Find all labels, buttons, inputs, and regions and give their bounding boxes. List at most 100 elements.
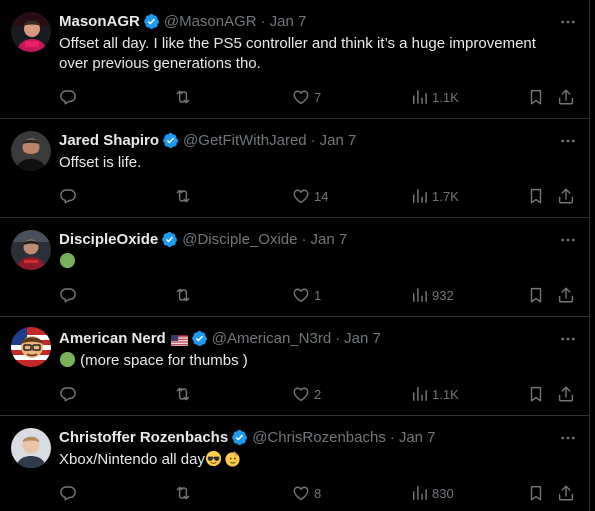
view-count: 1.1K [432,386,459,402]
tweet-text: Offset all day. I like the PS5 controlle… [59,34,569,74]
tweet[interactable]: MasonAGR @MasonAGR · Jan 7 Offset all da… [0,0,590,119]
like-button[interactable]: 1 [292,285,321,305]
retweet-button[interactable] [174,186,196,206]
views-icon [410,88,428,106]
more-icon[interactable] [558,12,578,32]
retweet-button[interactable] [174,285,196,305]
retweet-button[interactable] [174,87,196,107]
tweet-header: Christoffer Rozenbachs @ChrisRozenbachs … [59,427,436,447]
reply-button[interactable] [59,483,81,503]
timestamp[interactable]: Jan 7 [270,13,307,30]
bookmark-button[interactable] [527,483,545,503]
display-name[interactable]: MasonAGR [59,13,140,30]
like-icon [292,484,310,502]
reply-button[interactable] [59,285,81,305]
green-circle-emoji [59,351,76,368]
more-icon[interactable] [558,329,578,349]
timestamp[interactable]: Jan 7 [311,231,348,248]
avatar[interactable] [11,230,51,270]
tweet-text-line: over previous generations tho. [59,55,261,72]
verified-badge-icon [162,132,179,149]
handle[interactable]: @Disciple_Oxide [182,231,297,248]
avatar[interactable] [11,428,51,468]
view-count: 932 [432,287,454,303]
views-button[interactable]: 830 [410,483,454,503]
display-name[interactable]: Christoffer Rozenbachs [59,429,228,446]
reply-button[interactable] [59,186,81,206]
share-icon [557,484,575,502]
reply-button[interactable] [59,87,81,107]
share-button[interactable] [557,384,575,404]
handle[interactable]: @ChrisRozenbachs [252,429,386,446]
handle[interactable]: @GetFitWithJared [183,132,307,149]
share-button[interactable] [557,186,575,206]
more-icon[interactable] [558,131,578,151]
bookmark-button[interactable] [527,87,545,107]
retweet-button[interactable] [174,483,196,503]
share-button[interactable] [557,285,575,305]
tweet-text: Offset is life. [59,153,569,173]
action-bar: 2 1.1K [0,384,590,404]
timestamp[interactable]: Jan 7 [344,330,381,347]
tweet[interactable]: Christoffer Rozenbachs @ChrisRozenbachs … [0,416,590,511]
retweet-button[interactable] [174,384,196,404]
share-button[interactable] [557,483,575,503]
like-button[interactable]: 8 [292,483,321,503]
tweet-header: MasonAGR @MasonAGR · Jan 7 [59,11,306,31]
views-icon [410,286,428,304]
tweet-header: American Nerd @American_N3rd · Jan 7 [59,328,381,348]
sunglasses-face-emoji [205,450,222,467]
bookmark-icon [527,286,545,304]
verified-badge-icon [231,429,248,446]
display-name[interactable]: Jared Shapiro [59,132,159,149]
reply-icon [59,286,77,304]
handle[interactable]: @MasonAGR [164,13,257,30]
tweet-text-line: (more space for thumbs ) [80,352,248,369]
like-icon [292,187,310,205]
avatar[interactable] [11,12,51,52]
view-count: 830 [432,485,454,501]
bookmark-icon [527,385,545,403]
like-count: 8 [314,485,322,501]
like-count: 2 [314,386,322,402]
like-button[interactable]: 14 [292,186,328,206]
bookmark-button[interactable] [527,186,545,206]
timestamp[interactable]: Jan 7 [320,132,357,149]
like-count: 7 [314,89,322,105]
bookmark-icon [527,187,545,205]
like-count: 14 [314,188,329,204]
like-icon [292,286,310,304]
verified-badge-icon [161,231,178,248]
tweet[interactable]: Jared Shapiro @GetFitWithJared · Jan 7 O… [0,119,590,218]
share-icon [557,187,575,205]
views-button[interactable]: 1.7K [410,186,459,206]
tweet[interactable]: DiscipleOxide @Disciple_Oxide · Jan 7 1 … [0,218,590,317]
bookmark-button[interactable] [527,384,545,404]
more-icon[interactable] [558,230,578,250]
reply-icon [59,88,77,106]
handle[interactable]: @American_N3rd [212,330,331,347]
avatar[interactable] [11,131,51,171]
action-bar: 7 1.1K [0,87,590,107]
avatar[interactable] [11,327,51,367]
share-button[interactable] [557,87,575,107]
like-button[interactable]: 2 [292,384,321,404]
timestamp[interactable]: Jan 7 [399,429,436,446]
action-bar: 8 830 [0,483,590,503]
views-button[interactable]: 932 [410,285,454,305]
tweet[interactable]: American Nerd @American_N3rd · Jan 7 (mo… [0,317,590,416]
more-icon[interactable] [558,428,578,448]
reply-button[interactable] [59,384,81,404]
tweet-text-line: Xbox/Nintendo all day [59,451,205,468]
bookmark-button[interactable] [527,285,545,305]
views-button[interactable]: 1.1K [410,384,459,404]
separator-dot: · [260,12,266,30]
like-button[interactable]: 7 [292,87,321,107]
display-name[interactable]: American Nerd [59,330,166,347]
view-count: 1.1K [432,89,459,105]
views-button[interactable]: 1.1K [410,87,459,107]
tweet-text-line: Offset all day. I like the PS5 controlle… [59,35,536,52]
display-name[interactable]: DiscipleOxide [59,231,158,248]
views-icon [410,187,428,205]
tweet-text [59,252,569,272]
